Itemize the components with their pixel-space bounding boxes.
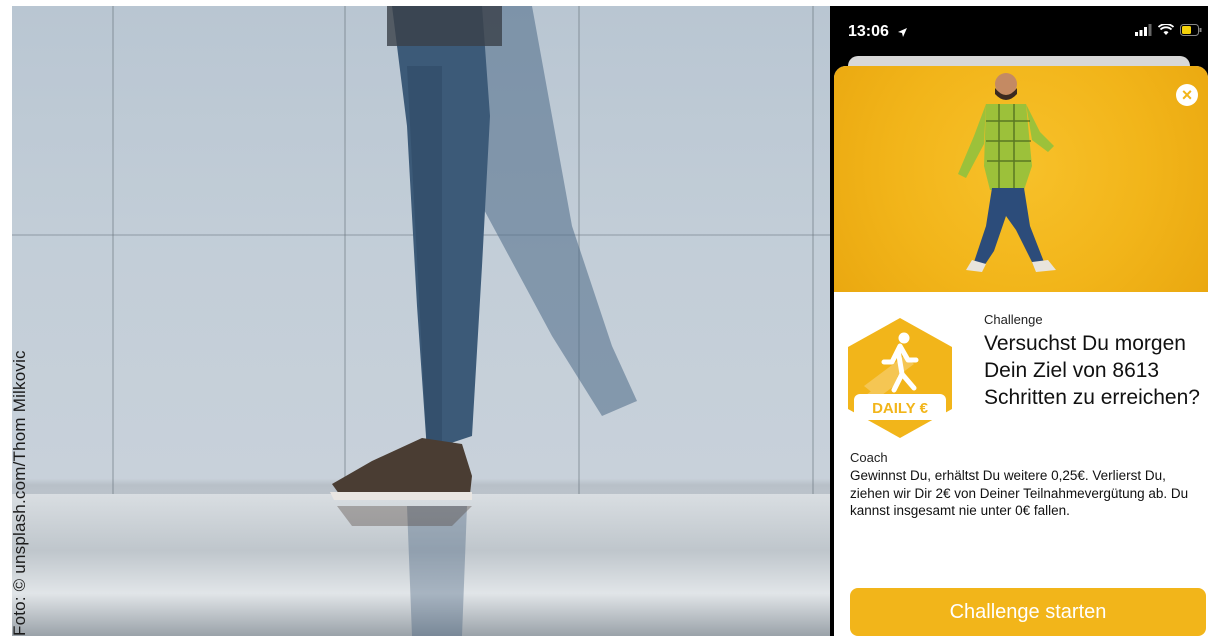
close-icon: × <box>1181 85 1193 105</box>
status-bar: 13:06 <box>830 6 1208 58</box>
walking-legs-illustration <box>330 6 637 636</box>
daily-euro-badge: DAILY € <box>848 318 952 438</box>
walking-photo <box>12 6 830 636</box>
photo-credit: Foto: © unsplash.com/Thom Milkovic <box>10 350 29 636</box>
coach-text: Gewinnst Du, erhältst Du weitere 0,25€. … <box>850 468 1189 518</box>
location-arrow-icon <box>898 28 907 37</box>
signal-icon <box>1135 24 1152 36</box>
challenge-title: Versuchst Du morgen Dein Ziel von 8613 S… <box>984 332 1200 409</box>
challenge-label: Challenge <box>984 312 1043 327</box>
status-time: 13:06 <box>848 23 889 40</box>
coach-label: Coach <box>850 450 888 465</box>
start-challenge-button[interactable]: Challenge starten <box>850 588 1206 636</box>
walking-man-illustration <box>958 73 1056 272</box>
battery-icon <box>1180 24 1202 36</box>
challenge-card: × DAILY € Challenge Versuchst Du morgen … <box>834 66 1208 636</box>
wifi-icon <box>1158 24 1174 35</box>
close-button[interactable]: × <box>1176 84 1198 106</box>
phone-screen: 13:06 × DAILY € Challenge Versuchst Du m… <box>830 6 1208 636</box>
hero-image: × <box>834 66 1208 292</box>
badge-text: DAILY € <box>872 400 929 417</box>
